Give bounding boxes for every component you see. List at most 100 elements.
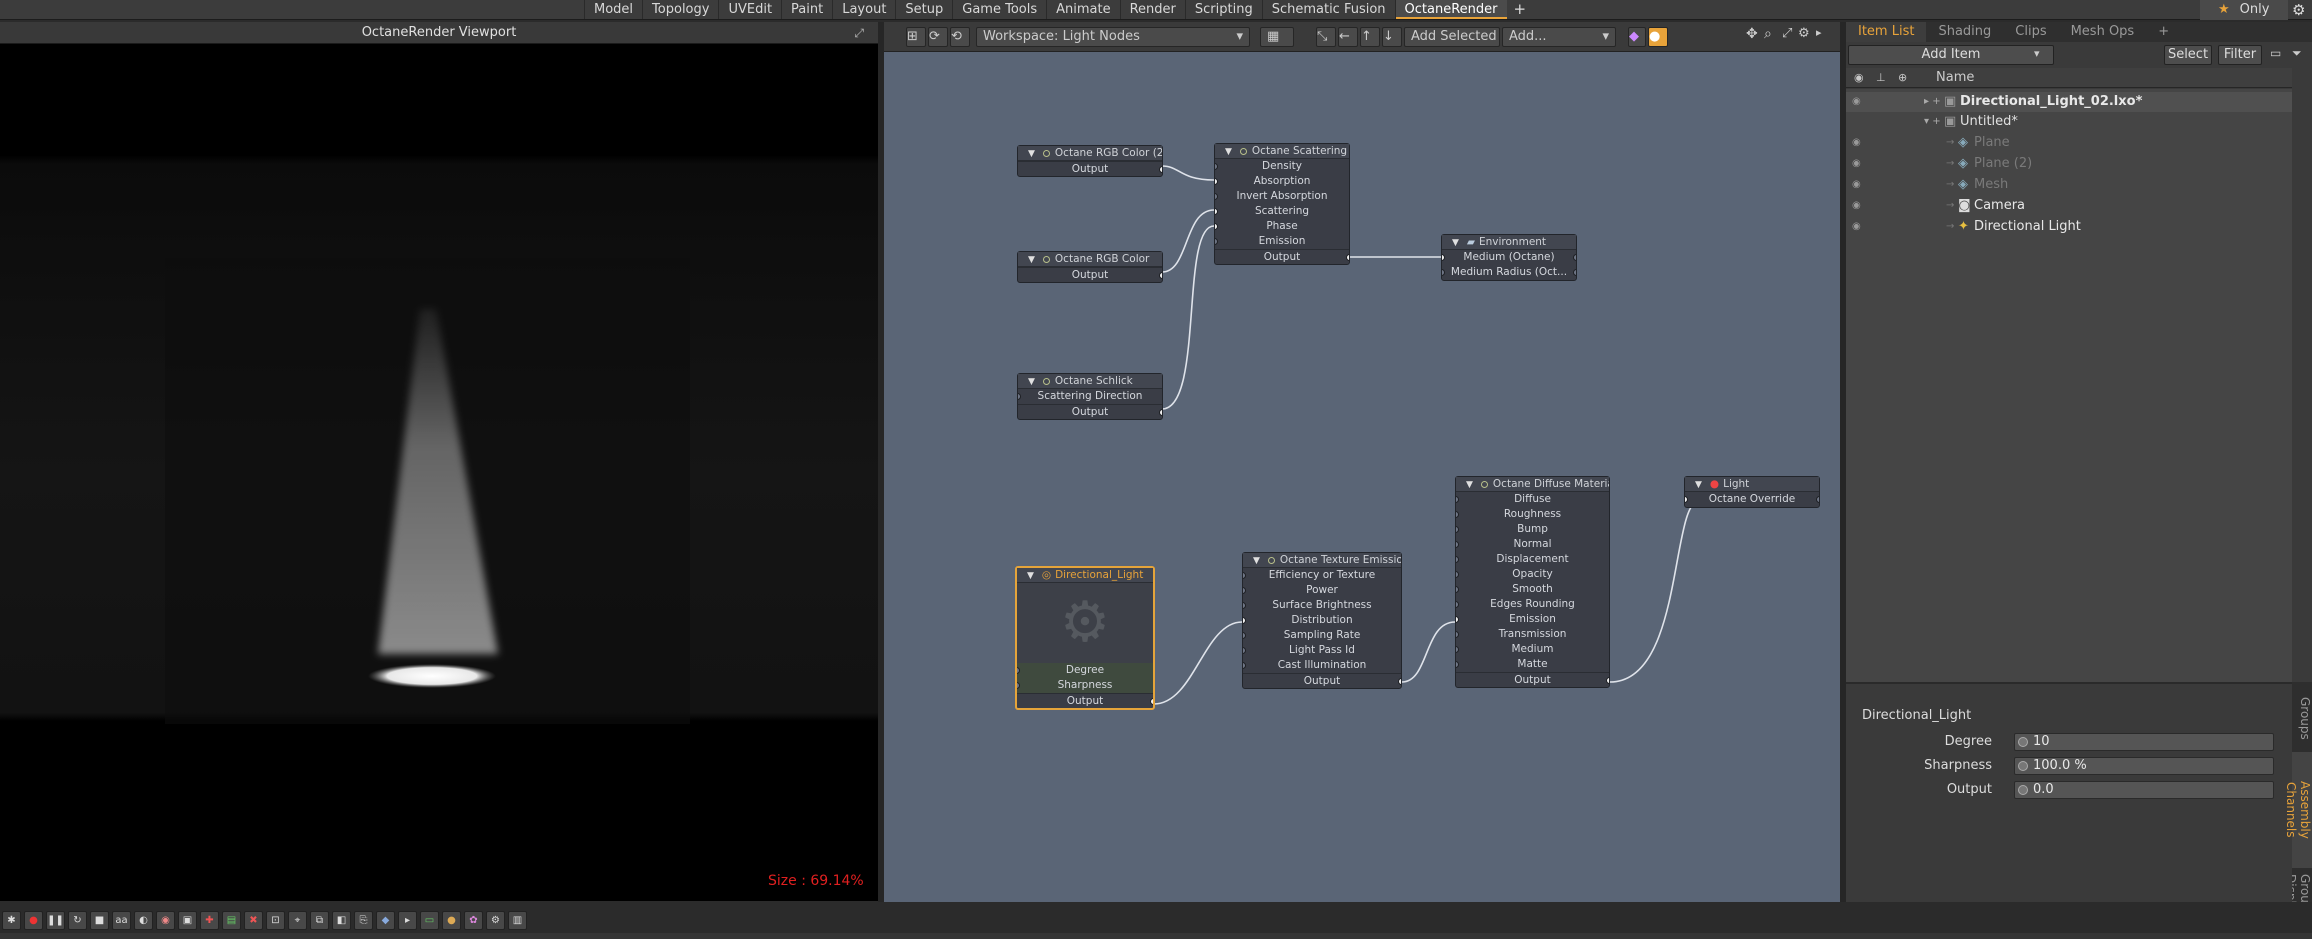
tab-paint[interactable]: Paint <box>781 0 832 19</box>
record-icon[interactable]: ● <box>24 910 43 930</box>
tab-topology[interactable]: Topology <box>642 0 718 19</box>
input-port[interactable] <box>1456 511 1459 518</box>
input-port[interactable] <box>1442 269 1445 276</box>
tab-uvedit[interactable]: UVEdit <box>718 0 781 19</box>
render-start-icon[interactable]: ✱ <box>2 910 21 930</box>
funnel-icon[interactable]: ⏷ <box>2292 46 2302 61</box>
input-port[interactable] <box>1243 632 1246 639</box>
input-port[interactable] <box>1243 617 1246 624</box>
fit-icon[interactable]: ⤡ <box>1316 27 1336 47</box>
eye-icon[interactable]: ◉ <box>1852 196 1861 216</box>
save-icon[interactable]: ⎘ <box>354 910 373 930</box>
input-port[interactable] <box>1215 208 1218 215</box>
node-graph-canvas[interactable]: ▼ Octane RGB Color (2) Output ▼ Octane RGB… <box>884 52 1840 902</box>
menu-icon[interactable]: ▭ <box>2270 46 2281 60</box>
pick-icon[interactable]: ✚ <box>200 910 219 930</box>
collapse-icon[interactable]: ▼ <box>1253 556 1260 566</box>
input-port[interactable] <box>1215 238 1218 245</box>
node-directional-light[interactable]: ▼ ◎ Directional_Light ⚙ Degree Sharpness O… <box>1015 566 1155 710</box>
tab-groups[interactable]: Groups <box>2292 688 2312 748</box>
output-port[interactable] <box>1346 254 1349 261</box>
expand-icon[interactable]: ▸ + <box>1924 92 1941 112</box>
add-selected-button[interactable]: Add Selected <box>1404 27 1500 47</box>
pause-icon[interactable]: ❚❚ <box>46 910 65 930</box>
aa-icon[interactable]: aa <box>112 910 131 930</box>
sphere-icon[interactable]: ● <box>442 910 461 930</box>
list-item[interactable]: ◉ ▸ + ▣ Directional_Light_02.lxo* <box>1846 92 2292 112</box>
workspace-dropdown[interactable]: Workspace: Light Nodes ▾ <box>976 27 1250 47</box>
input-port[interactable] <box>1456 571 1459 578</box>
output-port[interactable] <box>1159 409 1162 416</box>
node-octane-diffuse-material[interactable]: ▼ Octane Diffuse Material Diffuse Roughne… <box>1455 476 1610 688</box>
input-port[interactable] <box>1685 496 1688 503</box>
palette-icon[interactable]: ✿ <box>464 910 483 930</box>
render-viewport[interactable]: Size : 69.14% <box>0 44 878 901</box>
restart-icon[interactable]: ↻ <box>68 910 87 930</box>
info-icon[interactable]: ▥ <box>508 910 527 930</box>
arrow-up-icon[interactable]: ↑ <box>1360 27 1380 47</box>
camera-icon[interactable]: ◧ <box>332 910 351 930</box>
gear-icon[interactable]: ⚙ <box>2292 1 2305 19</box>
name-column-header[interactable]: Name <box>1936 68 1974 88</box>
input-port[interactable] <box>1215 163 1218 170</box>
diamond-icon[interactable]: ◆ <box>1628 27 1646 47</box>
channel-knob-icon[interactable] <box>2018 761 2028 771</box>
channel-knob-icon[interactable] <box>2018 785 2028 795</box>
tab-game-tools[interactable]: Game Tools <box>952 0 1046 19</box>
output-field[interactable]: 0.0 <box>2014 781 2274 799</box>
tab-model[interactable]: Model <box>584 0 642 19</box>
image-icon[interactable]: ▤ <box>222 910 241 930</box>
tab-octanerender[interactable]: OctaneRender <box>1394 0 1507 19</box>
move-icon[interactable]: ✥ <box>1746 26 1758 42</box>
input-port[interactable] <box>1243 662 1246 669</box>
grid-icon[interactable]: ▦ <box>1260 27 1294 47</box>
list-item[interactable]: ◉ → ◈ Plane <box>1846 133 2292 153</box>
layout-icon[interactable]: ⊞ <box>906 27 926 47</box>
input-port[interactable] <box>1456 601 1459 608</box>
collapse-icon[interactable]: ▼ <box>1695 480 1702 490</box>
input-port[interactable] <box>1018 393 1021 400</box>
input-port[interactable] <box>1017 682 1020 689</box>
node-octane-rgb-color[interactable]: ▼ Octane RGB Color Output <box>1017 251 1163 283</box>
node-octane-scattering[interactable]: ▼ Octane Scattering Density Absorption In… <box>1214 143 1350 265</box>
gear-icon[interactable]: ⚙ <box>1798 26 1810 41</box>
lock-icon[interactable]: ⊡ <box>266 910 285 930</box>
input-port[interactable] <box>1456 496 1459 503</box>
lock-column-icon[interactable]: ⊥ <box>1876 71 1886 84</box>
input-port[interactable] <box>1456 631 1459 638</box>
add-panel-tab[interactable]: + <box>2146 22 2181 42</box>
node-octane-rgb-color-2[interactable]: ▼ Octane RGB Color (2) Output <box>1017 145 1163 177</box>
output-port[interactable] <box>1159 166 1162 173</box>
tab-render[interactable]: Render <box>1119 0 1185 19</box>
sync-icon[interactable]: ⟲ <box>950 27 970 47</box>
list-item[interactable]: ◉ → ◈ Mesh <box>1846 175 2292 195</box>
tab-item-list[interactable]: Item List <box>1846 22 1927 42</box>
input-port[interactable] <box>1456 526 1459 533</box>
arrow-left-icon[interactable]: ← <box>1338 27 1358 47</box>
node-octane-schlick[interactable]: ▼ Octane Schlick Scattering Direction Out… <box>1017 373 1163 420</box>
cube-icon[interactable]: ◆ <box>376 910 395 930</box>
input-port[interactable] <box>1243 572 1246 579</box>
maximize-icon[interactable]: ⤢ <box>854 22 864 44</box>
collapse-icon[interactable]: ▼ <box>1028 255 1035 265</box>
monitor-icon[interactable]: ▭ <box>420 910 439 930</box>
tab-schematic-fusion[interactable]: Schematic Fusion <box>1261 0 1395 19</box>
crop-icon[interactable]: ⧉ <box>310 910 329 930</box>
material-icon[interactable]: ◐ <box>134 910 153 930</box>
output-port[interactable] <box>1573 269 1576 276</box>
tab-shading[interactable]: Shading <box>1926 22 2003 42</box>
input-port[interactable] <box>1456 586 1459 593</box>
eye-icon[interactable]: ◉ <box>1852 175 1861 195</box>
color-icon[interactable]: ◉ <box>156 910 175 930</box>
light-toggle-icon[interactable]: ● <box>1648 27 1668 47</box>
input-port[interactable] <box>1243 602 1246 609</box>
refresh-icon[interactable]: ⟳ <box>928 27 948 47</box>
settings-icon[interactable]: ⚙ <box>486 910 505 930</box>
list-item[interactable]: ◉ → ◈ Plane (2) <box>1846 154 2292 174</box>
input-port[interactable] <box>1215 193 1218 200</box>
output-port[interactable] <box>1398 678 1401 685</box>
tab-assembly-channels[interactable]: Assembly Channels <box>2284 752 2312 868</box>
collapse-icon[interactable]: ▼ <box>1028 377 1035 387</box>
chevron-right-icon[interactable]: ▸ <box>1816 26 1822 39</box>
node-octane-texture-emission[interactable]: ▼ Octane Texture Emission Efficiency or T… <box>1242 552 1402 689</box>
